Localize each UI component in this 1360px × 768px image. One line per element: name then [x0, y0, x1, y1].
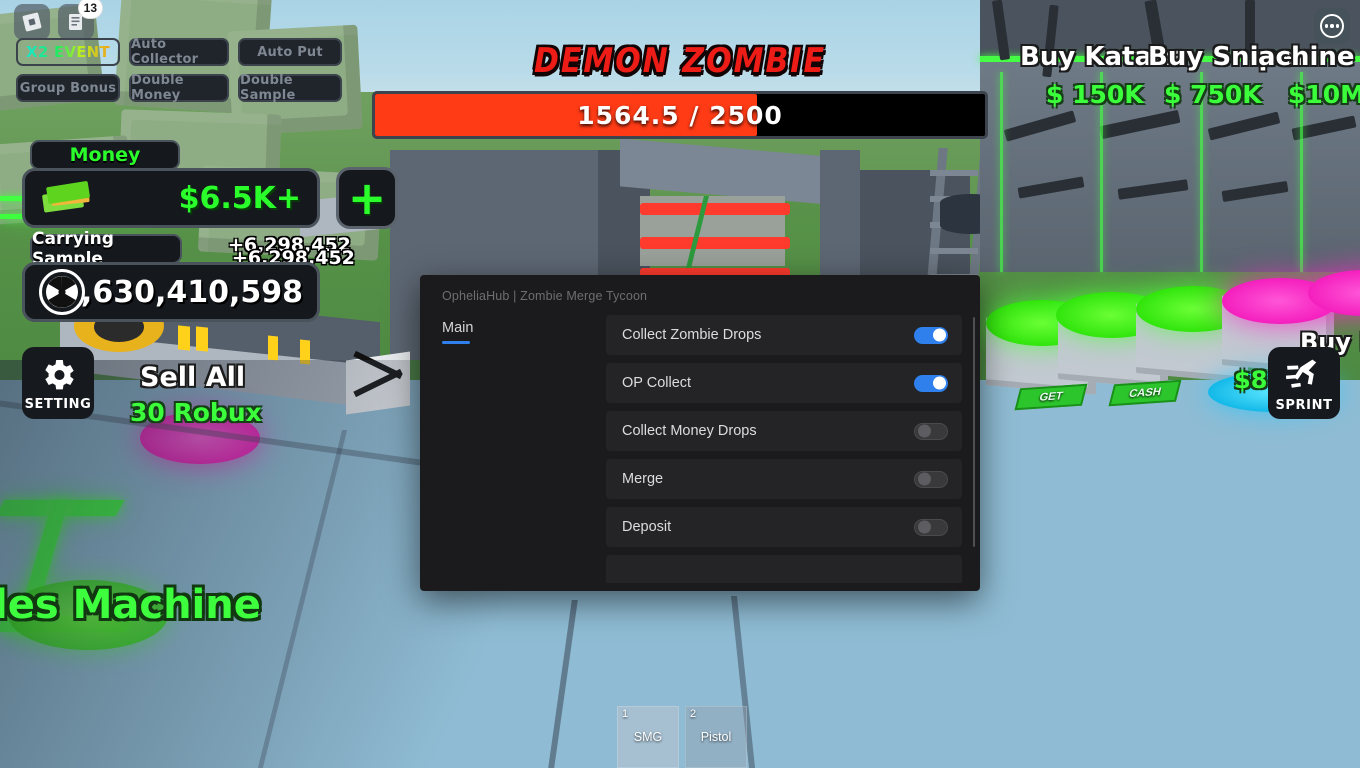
option-row-op-collect[interactable]: OP Collect	[606, 363, 962, 403]
toggle-deposit[interactable]	[914, 518, 948, 536]
floor-sign-get: GET	[1014, 383, 1088, 411]
more-menu-button[interactable]	[1314, 8, 1350, 44]
perk-button-auto-put[interactable]: Auto Put	[238, 38, 342, 66]
roblox-logo-icon	[22, 12, 42, 32]
sprint-button-label: SPRINT	[1275, 397, 1333, 413]
script-hub-panel[interactable]: OpheliaHub | Zombie Merge Tycoon Main Co…	[420, 275, 980, 591]
weapon-hotbar: 1 SMG 2 Pistol	[617, 706, 747, 768]
option-row-deposit[interactable]: Deposit	[606, 507, 962, 547]
script-hub-scrollbar[interactable]	[972, 317, 975, 547]
setting-button[interactable]: SETTING	[22, 347, 94, 419]
perk-button-grid: X2 EVENT Auto Collector Auto Put Group B…	[16, 37, 342, 103]
money-display: $6.5K+	[22, 168, 320, 228]
world-price-buy-machine-gun: $10M	[1288, 80, 1360, 109]
world-label-samples-machine: les Machine	[0, 582, 261, 628]
perk-button-x2-event[interactable]: X2 EVENT	[16, 38, 120, 66]
option-row-collect-money-drops[interactable]: Collect Money Drops	[606, 411, 962, 451]
world-price-buy-rocket: $8	[1234, 366, 1268, 394]
option-row-clipped[interactable]	[606, 555, 962, 583]
boss-health-text: 1564.5 / 2500	[577, 100, 783, 130]
cash-stack-icon	[42, 181, 90, 213]
option-row-merge[interactable]: Merge	[606, 459, 962, 499]
script-hub-title: OpheliaHub | Zombie Merge Tycoon	[442, 289, 648, 303]
perk-button-double-money[interactable]: Double Money	[129, 73, 229, 103]
hotbar-slot-2[interactable]: 2 Pistol	[685, 706, 747, 768]
money-value: $6.5K+	[178, 180, 301, 216]
chat-list-button[interactable]: 13	[58, 0, 103, 40]
option-label: Collect Zombie Drops	[622, 327, 762, 343]
roblox-logo-button[interactable]	[14, 4, 50, 40]
option-label: Collect Money Drops	[622, 423, 757, 439]
hotbar-slot-1[interactable]: 1 SMG	[617, 706, 679, 768]
tab-main-underline	[442, 341, 470, 344]
toggle-collect-zombie-drops[interactable]	[914, 326, 948, 344]
chat-unread-badge: 13	[77, 0, 103, 19]
tab-main[interactable]: Main	[442, 319, 592, 344]
carrying-sample-display: 4,630,410,598	[22, 262, 320, 322]
world-price-buy-sniper: $ 750K	[1164, 80, 1262, 109]
perk-row-1: X2 EVENT Auto Collector Auto Put	[16, 37, 342, 67]
world-label-sell-all: Sell All	[140, 362, 246, 393]
option-label: OP Collect	[622, 375, 692, 391]
perk-row-2: Group Bonus Double Money Double Sample	[16, 73, 342, 103]
boss-health-bar: 1564.5 / 2500	[372, 91, 988, 139]
perk-button-auto-collector[interactable]: Auto Collector	[129, 37, 229, 67]
floor-sign-cash: CASH	[1108, 379, 1182, 407]
world-price-buy-katana: $ 150K	[1046, 80, 1144, 109]
option-row-collect-zombie-drops[interactable]: Collect Zombie Drops	[606, 315, 962, 355]
script-hub-option-list[interactable]: Collect Zombie Drops OP Collect Collect …	[606, 315, 962, 583]
hotbar-slot-number: 2	[690, 708, 697, 720]
game-screen: GET CASH Buy Katana $ 150K Buy Sniper $ …	[0, 0, 1360, 768]
toggle-op-collect[interactable]	[914, 374, 948, 392]
setting-button-label: SETTING	[24, 396, 92, 412]
script-hub-tab-list: Main	[442, 319, 592, 344]
carrying-sample-title: Carrying Sample	[30, 229, 182, 269]
hotbar-slot-number: 1	[622, 708, 629, 720]
toggle-merge[interactable]	[914, 470, 948, 488]
world-label-sell-all-price: 30 Robux	[130, 398, 262, 427]
sprint-button[interactable]: SPRINT	[1268, 347, 1340, 419]
toggle-collect-money-drops[interactable]	[914, 422, 948, 440]
perk-button-double-sample[interactable]: Double Sample	[238, 73, 342, 103]
perk-button-group-bonus[interactable]: Group Bonus	[16, 74, 120, 102]
option-label: Merge	[622, 471, 664, 487]
more-dots-icon	[1320, 14, 1344, 38]
carrying-sample-value: 4,630,410,598	[60, 274, 303, 310]
money-title: Money	[30, 140, 180, 170]
hotbar-slot-name: Pistol	[700, 730, 732, 744]
add-money-button[interactable]: +	[336, 167, 398, 229]
radiation-icon	[39, 269, 85, 315]
tab-main-label: Main	[442, 320, 474, 336]
hotbar-slot-name: SMG	[633, 730, 663, 744]
option-label: Deposit	[622, 519, 672, 535]
gear-icon	[45, 359, 74, 389]
sprint-runner-icon	[1285, 359, 1317, 388]
